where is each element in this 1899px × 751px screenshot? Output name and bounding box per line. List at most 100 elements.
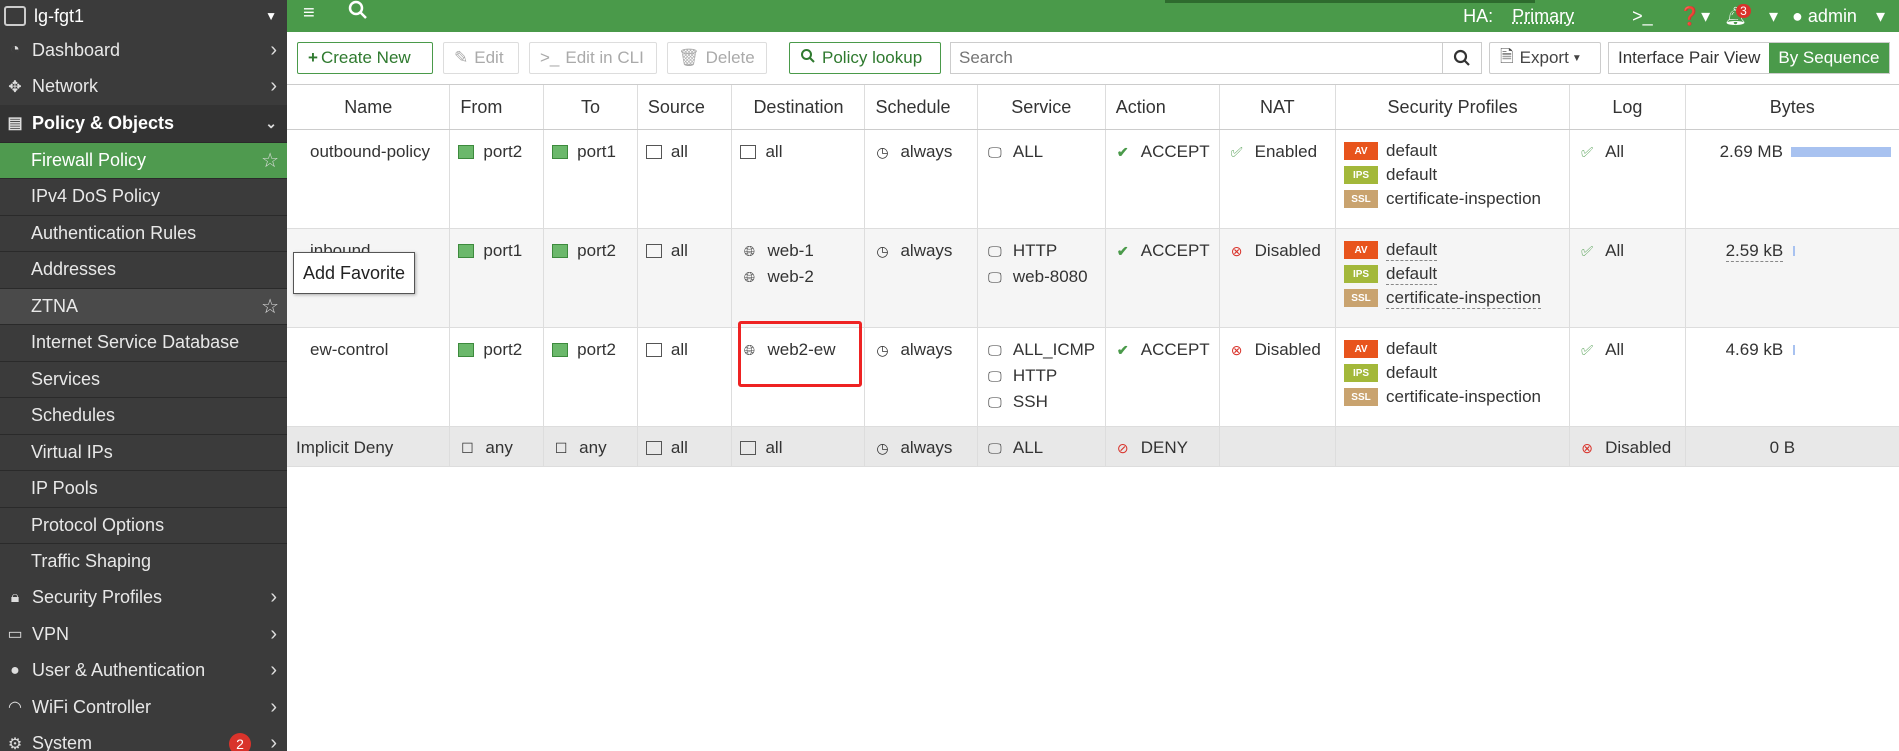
sidebar-item-protocol-options[interactable]: Protocol Options (0, 506, 287, 544)
bytes-bar (1790, 147, 1891, 157)
schedule-icon: ◷ (876, 243, 889, 259)
gear-icon: ⚙ (7, 735, 23, 751)
av-tag: AV (1344, 241, 1379, 259)
chevron-down-icon: ⌄ (265, 114, 277, 131)
policy-icon: ▤ (7, 115, 23, 133)
lock-icon: 🔒︎ (10, 588, 20, 606)
top-bar: ≡ HA: Primary >_ ❓▾ 🔔︎ 3 ▾ ● admin ▾ (287, 0, 1899, 32)
plus-icon: + (308, 48, 318, 67)
sidebar: lg-fgt1 ▼ ◔ Dashboard › ✥ Network › ▤ Po… (0, 0, 287, 751)
table-row[interactable]: outbound-policy port2 port1 all all ◷ alw… (287, 129, 1899, 229)
policy-name: outbound-policy (310, 142, 431, 161)
search-input[interactable] (951, 43, 1442, 73)
x-circle-icon: ⊗ (1230, 342, 1243, 358)
service-icon: 🖵︎ (988, 243, 1002, 259)
search-icon (800, 48, 816, 69)
edit-in-cli-button[interactable]: >_ Edit in CLI (529, 42, 657, 74)
toolbar: + Create New ✎ Edit >_ Edit in CLI 🗑︎ Delete… (287, 32, 1899, 84)
chevron-right-icon: › (270, 622, 277, 645)
notification-badge: 3 (1736, 3, 1751, 18)
ha-status[interactable]: HA: Primary (1463, 6, 1588, 27)
service-icon: 🖵︎ (988, 269, 1002, 285)
col-header-service[interactable]: Service (976, 84, 1106, 130)
col-header-security-profiles[interactable]: Security Profiles (1335, 84, 1570, 130)
help-icon[interactable]: ❓▾ (1679, 6, 1710, 27)
service-icon: 🖵︎ (988, 368, 1002, 384)
search-submit-button[interactable] (1442, 43, 1481, 73)
sidebar-item-security-profiles[interactable]: 🔒︎ Security Profiles › (0, 580, 287, 617)
col-header-action[interactable]: Action (1104, 84, 1220, 130)
sidebar-item-dashboard[interactable]: ◔ Dashboard › (0, 32, 287, 69)
schedule-icon: ◷ (876, 144, 889, 160)
sidebar-item-authentication-rules[interactable]: Authentication Rules (0, 214, 287, 252)
address-icon (645, 244, 662, 258)
bytes-bar (1793, 345, 1796, 355)
col-header-source[interactable]: Source (636, 84, 732, 130)
sidebar-item-ztna[interactable]: ZTNA ☆ (0, 287, 287, 324)
sidebar-item-policy-objects[interactable]: ▤ Policy & Objects ⌄ (0, 105, 287, 142)
sidebar-item-ipv4-dos-policy[interactable]: IPv4 DoS Policy (0, 178, 287, 215)
network-icon: ✥ (8, 78, 22, 96)
sidebar-item-traffic-shaping[interactable]: Traffic Shaping (0, 543, 287, 580)
policy-table-container: Name From To Source Destination Schedule… (287, 84, 1899, 467)
sidebar-item-system[interactable]: ⚙ System 2 › (0, 726, 287, 751)
interface-pair-view-button[interactable]: Interface Pair View (1609, 43, 1769, 73)
table-row[interactable]: ew-control port2 port2 all 🌐︎ web2-ew ◷ al… (287, 327, 1899, 427)
system-badge: 2 (229, 732, 251, 751)
delete-button[interactable]: 🗑︎ Delete (667, 42, 767, 74)
check-icon: ✔ (1116, 342, 1129, 358)
sidebar-item-firewall-policy[interactable]: Firewall Policy ☆ (0, 141, 287, 178)
chevron-right-icon: › (270, 75, 277, 98)
sidebar-item-wifi-controller[interactable]: ◠ WiFi Controller › (0, 689, 287, 726)
port-icon (458, 244, 475, 258)
col-header-to[interactable]: To (543, 84, 638, 130)
schedule-icon: ◷ (876, 342, 889, 358)
port-icon (552, 244, 569, 258)
user-menu[interactable]: ● admin ▾ (1792, 6, 1885, 27)
menu-icon[interactable]: ≡ (303, 2, 315, 25)
search-icon[interactable] (347, 0, 369, 27)
notification-bell-icon[interactable]: 🔔︎ 3 ▾ (1724, 3, 1778, 27)
policy-lookup-button[interactable]: Policy lookup (789, 42, 941, 74)
sidebar-item-user-authentication[interactable]: ● User & Authentication › (0, 653, 287, 690)
ssl-tag: SSL (1344, 190, 1379, 208)
sidebar-item-virtual-ips[interactable]: Virtual IPs (0, 433, 287, 471)
service-icon: 🖵︎ (988, 440, 1002, 456)
av-tag: AV (1344, 340, 1379, 358)
sidebar-item-schedules[interactable]: Schedules (0, 397, 287, 434)
search-field (950, 42, 1482, 74)
col-header-bytes[interactable]: Bytes (1684, 84, 1899, 130)
service-icon: 🖵︎ (988, 394, 1002, 410)
col-header-log[interactable]: Log (1569, 84, 1686, 130)
col-header-destination[interactable]: Destination (731, 84, 865, 130)
vip-globe-icon: 🌐︎ (743, 243, 756, 259)
address-icon (645, 145, 662, 159)
col-header-from[interactable]: From (449, 84, 544, 130)
ips-tag: IPS (1344, 166, 1379, 184)
sidebar-item-ip-pools[interactable]: IP Pools (0, 470, 287, 507)
sidebar-item-internet-service-database[interactable]: Internet Service Database (0, 324, 287, 361)
edit-button[interactable]: ✎ Edit (443, 42, 519, 74)
port-icon (458, 145, 475, 159)
sidebar-item-services[interactable]: Services (0, 360, 287, 398)
sidebar-item-network[interactable]: ✥ Network › (0, 69, 287, 106)
sidebar-item-vpn[interactable]: ▭ VPN › (0, 616, 287, 653)
col-header-nat[interactable]: NAT (1218, 84, 1336, 130)
cli-console-icon[interactable]: >_ (1632, 6, 1653, 27)
check-circle-icon: ✅︎ (1230, 144, 1243, 160)
bytes-bar (1793, 246, 1796, 256)
star-icon[interactable]: ☆ (261, 294, 279, 319)
policy-name: ew-control (310, 340, 389, 359)
device-selector[interactable]: lg-fgt1 ▼ (0, 0, 287, 32)
star-icon[interactable]: ☆ (261, 148, 279, 173)
check-circle-icon: ✅︎ (1581, 342, 1594, 358)
col-header-name[interactable]: Name (287, 84, 450, 130)
export-button[interactable]: 🗎︎ Export ▼ (1489, 42, 1601, 74)
by-sequence-button[interactable]: By Sequence (1769, 43, 1889, 73)
create-new-button[interactable]: + Create New (297, 42, 433, 74)
trash-icon: 🗑︎ (678, 48, 700, 67)
table-row[interactable]: Implicit Deny ☐ any ☐ any all all ◷ always … (287, 426, 1899, 467)
sidebar-item-addresses[interactable]: Addresses (0, 251, 287, 288)
table-row[interactable]: inbound port1 port2 all 🌐︎ web-1 🌐︎ web-2 … (287, 228, 1899, 328)
col-header-schedule[interactable]: Schedule (864, 84, 978, 130)
